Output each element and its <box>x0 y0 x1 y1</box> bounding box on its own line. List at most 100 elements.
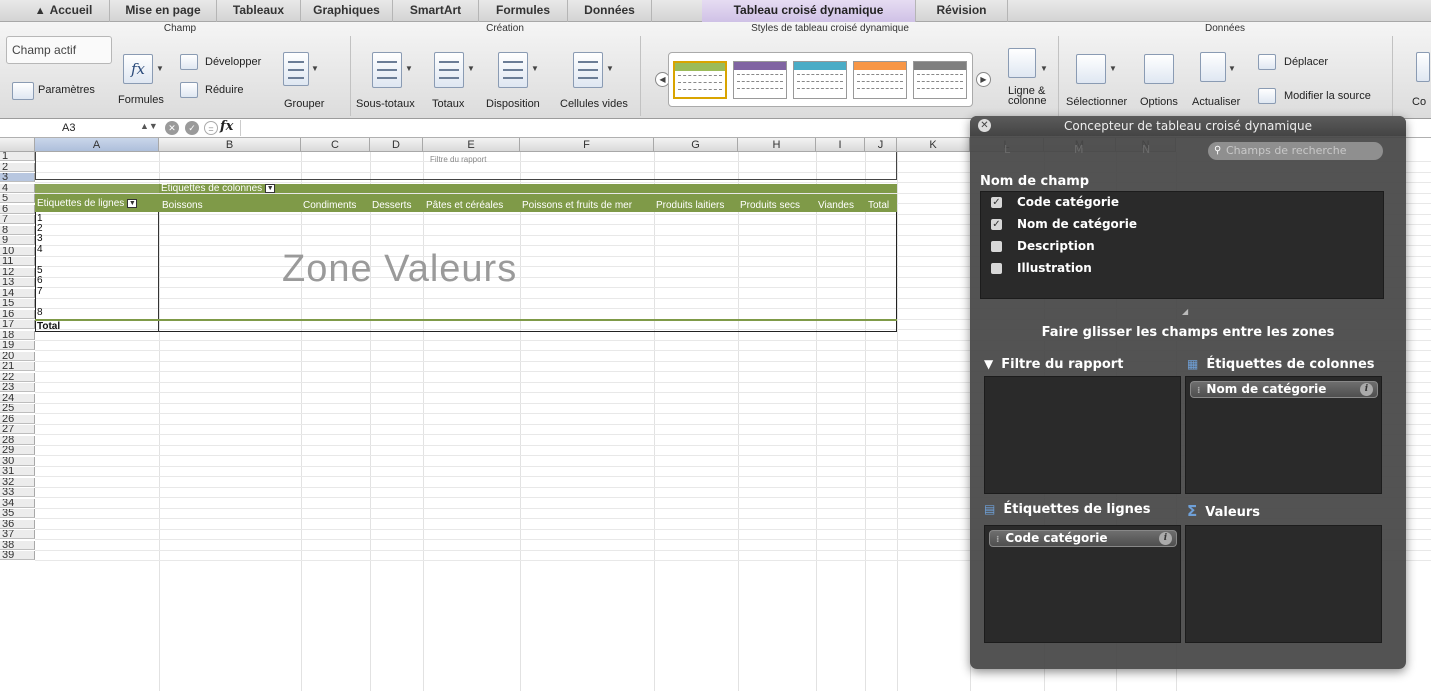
field-item-description[interactable]: Description <box>991 236 1095 256</box>
column-header[interactable]: C <box>301 138 370 152</box>
column-header[interactable]: G <box>654 138 738 152</box>
row-header[interactable]: 27 <box>0 425 35 434</box>
options-gear-icon[interactable] <box>1144 54 1174 84</box>
row-header[interactable]: 3 <box>0 173 35 182</box>
style-swatch-gray[interactable] <box>913 61 967 99</box>
formulas-fx-icon[interactable]: fx <box>123 54 153 84</box>
report-filter-drop-zone[interactable] <box>984 376 1181 494</box>
info-icon[interactable]: i <box>1159 532 1172 545</box>
tab-revision[interactable]: Révision <box>916 0 1008 22</box>
collapse-button[interactable]: Réduire <box>205 84 244 96</box>
row-header[interactable]: 39 <box>0 551 35 560</box>
refresh-icon[interactable] <box>1200 52 1226 82</box>
layout-button[interactable]: Disposition <box>486 98 540 110</box>
insert-function-icon[interactable]: fx <box>220 119 233 134</box>
row-item[interactable]: 3 <box>37 234 43 244</box>
row-header[interactable]: 36 <box>0 519 35 529</box>
row-header[interactable]: 17 <box>0 320 35 329</box>
select-icon[interactable] <box>1076 54 1106 84</box>
grand-total-label[interactable]: Total <box>37 322 60 332</box>
empty-cells-dropdown-icon[interactable]: ▼ <box>606 64 614 73</box>
layout-icon[interactable] <box>498 52 528 88</box>
subtotals-button[interactable]: Sous-totaux <box>356 98 415 110</box>
checkbox-unchecked-icon[interactable] <box>991 263 1002 274</box>
row-header[interactable]: 6 <box>0 204 35 214</box>
group-button[interactable]: Grouper <box>284 98 324 110</box>
row-filter-dropdown-icon[interactable]: ▼ <box>127 199 138 208</box>
field-settings-icon[interactable] <box>12 82 34 100</box>
row-labels-drop-zone[interactable]: ⁝ Code catégorie i <box>984 525 1181 643</box>
row-field-pill[interactable]: ⁝ Code catégorie i <box>989 530 1177 547</box>
column-header[interactable]: H <box>738 138 816 152</box>
expand-button[interactable]: Développer <box>205 56 261 68</box>
row-header[interactable]: 4 <box>0 183 35 193</box>
empty-cells-icon[interactable] <box>573 52 603 88</box>
column-header[interactable]: B <box>159 138 301 152</box>
tab-graphiques[interactable]: Graphiques <box>301 0 393 22</box>
collapse-icon[interactable] <box>180 82 198 98</box>
change-source-icon[interactable] <box>1258 88 1276 104</box>
style-swatch-green[interactable] <box>673 61 727 99</box>
name-box[interactable]: A3 <box>36 120 156 136</box>
row-header[interactable]: 11 <box>0 257 35 266</box>
row-header[interactable]: 37 <box>0 530 35 539</box>
row-header[interactable]: 21 <box>0 362 35 371</box>
row-header[interactable]: 32 <box>0 477 35 487</box>
row-header[interactable]: 25 <box>0 404 35 413</box>
style-swatch-purple[interactable] <box>733 61 787 99</box>
column-header[interactable]: J <box>865 138 897 152</box>
column-filter-dropdown-icon[interactable]: ▼ <box>265 184 276 193</box>
column-header[interactable]: D <box>370 138 423 152</box>
select-dropdown-icon[interactable]: ▼ <box>1109 64 1117 73</box>
row-header[interactable]: 16 <box>0 309 35 319</box>
active-field-input[interactable]: Champ actif <box>6 36 112 64</box>
row-header[interactable]: 19 <box>0 341 35 350</box>
row-header[interactable]: 7 <box>0 215 35 224</box>
row-column-icon[interactable] <box>1008 48 1036 78</box>
field-item-illustration[interactable]: Illustration <box>991 258 1092 278</box>
tab-accueil[interactable]: ▲ Accueil <box>18 0 110 22</box>
column-header[interactable]: E <box>423 138 520 152</box>
tab-tableau-croise-dynamique[interactable]: Tableau croisé dynamique <box>702 0 916 22</box>
tab-mise-en-page[interactable]: Mise en page <box>110 0 217 22</box>
row-header[interactable]: 8 <box>0 225 35 235</box>
row-header[interactable]: 23 <box>0 383 35 392</box>
info-icon[interactable]: i <box>1360 383 1373 396</box>
row-item[interactable]: 5 <box>37 266 43 276</box>
formulas-button[interactable]: Formules <box>118 94 164 106</box>
row-header[interactable]: 30 <box>0 456 35 466</box>
tab-tableaux[interactable]: Tableaux <box>217 0 301 22</box>
row-header[interactable]: 35 <box>0 509 35 518</box>
row-item[interactable]: 7 <box>37 287 43 297</box>
column-labels-drop-zone[interactable]: ⁝ Nom de catégorie i <box>1185 376 1382 494</box>
column-header[interactable]: A <box>35 138 159 152</box>
field-settings-button[interactable]: Paramètres <box>38 84 95 96</box>
totals-dropdown-icon[interactable]: ▼ <box>467 64 475 73</box>
equals-icon[interactable]: = <box>204 121 218 135</box>
group-icon[interactable] <box>283 52 309 86</box>
row-header[interactable]: 1 <box>0 152 35 161</box>
row-header[interactable]: 12 <box>0 267 35 277</box>
row-column-dropdown-icon[interactable]: ▼ <box>1040 64 1048 73</box>
row-header[interactable]: 26 <box>0 414 35 424</box>
tab-smartart[interactable]: SmartArt <box>393 0 479 22</box>
totals-button[interactable]: Totaux <box>432 98 464 110</box>
row-header[interactable]: 13 <box>0 278 35 287</box>
expand-icon[interactable] <box>180 54 198 70</box>
row-header[interactable]: 5 <box>0 194 35 203</box>
row-header[interactable]: 22 <box>0 372 35 382</box>
row-item[interactable]: 8 <box>37 308 43 318</box>
subtotals-icon[interactable] <box>372 52 402 88</box>
group-dropdown-icon[interactable]: ▼ <box>311 64 319 73</box>
tab-donnees[interactable]: Données <box>568 0 652 22</box>
styles-next-icon[interactable]: ▶ <box>976 72 991 87</box>
move-button[interactable]: Déplacer <box>1284 56 1328 68</box>
row-header[interactable]: 20 <box>0 351 35 361</box>
column-field-pill[interactable]: ⁝ Nom de catégorie i <box>1190 381 1378 398</box>
tab-formules[interactable]: Formules <box>479 0 568 22</box>
column-header[interactable]: F <box>520 138 654 152</box>
field-search-input[interactable]: ⚲ Champs de recherche <box>1208 142 1383 160</box>
totals-icon[interactable] <box>434 52 464 88</box>
select-button[interactable]: Sélectionner <box>1066 96 1127 108</box>
row-header[interactable]: 34 <box>0 498 35 508</box>
